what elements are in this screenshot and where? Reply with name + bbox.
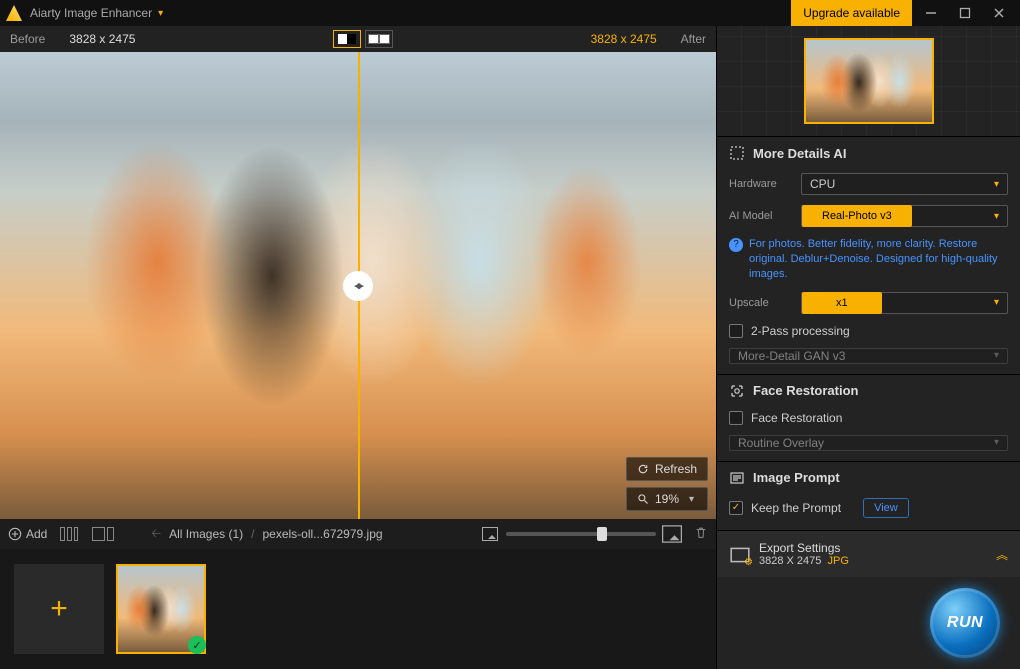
chevron-down-icon: ▾ bbox=[689, 494, 694, 505]
model-select[interactable]: Real-Photo v3 ▾ bbox=[801, 205, 1008, 227]
face-mode-select: Routine Overlay ▾ bbox=[729, 435, 1008, 451]
export-format: JPG bbox=[828, 555, 849, 567]
keep-prompt-label: Keep the Prompt bbox=[751, 501, 841, 515]
view-prompt-button[interactable]: View bbox=[863, 498, 909, 518]
section-image-prompt: Image Prompt bbox=[717, 461, 1020, 494]
expand-export-icon[interactable]: ︽ bbox=[996, 546, 1008, 563]
chevron-down-icon: ▾ bbox=[994, 297, 999, 308]
two-pass-model-value: More-Detail GAN v3 bbox=[738, 349, 845, 363]
upscale-select[interactable]: x1 ▾ bbox=[801, 292, 1008, 314]
export-dimensions: 3828 X 2475 bbox=[759, 555, 821, 567]
export-icon: ⚙ bbox=[729, 544, 749, 564]
hardware-value: CPU bbox=[810, 177, 835, 191]
toolrow: Add 🡠 All Images (1) / pexels-oll...6729… bbox=[0, 519, 716, 549]
face-restoration-label: Face Restoration bbox=[751, 411, 842, 425]
info-icon[interactable]: ? bbox=[729, 238, 743, 252]
panel-thumbnail[interactable] bbox=[804, 38, 934, 124]
model-value: Real-Photo v3 bbox=[802, 205, 912, 227]
titlebar: Aiarty Image Enhancer ▾ Upgrade availabl… bbox=[0, 0, 1020, 26]
panel-thumb-area bbox=[717, 26, 1020, 136]
thumb-size-slider[interactable] bbox=[506, 532, 656, 536]
add-label: Add bbox=[26, 527, 47, 541]
section-title: More Details AI bbox=[753, 146, 846, 161]
after-label: After bbox=[681, 32, 706, 46]
two-pass-checkbox[interactable] bbox=[729, 324, 743, 338]
view-list-button[interactable] bbox=[91, 527, 115, 541]
view-grid-button[interactable] bbox=[59, 527, 79, 541]
keep-prompt-checkbox[interactable] bbox=[729, 501, 743, 515]
refresh-button[interactable]: Refresh bbox=[626, 457, 708, 481]
model-label: AI Model bbox=[729, 210, 793, 222]
two-pass-model-select: More-Detail GAN v3 ▾ bbox=[729, 348, 1008, 364]
back-icon[interactable]: 🡠 bbox=[151, 524, 161, 545]
section-title: Face Restoration bbox=[753, 383, 858, 398]
thumbnail-1[interactable]: ✓ bbox=[116, 564, 206, 654]
hardware-label: Hardware bbox=[729, 178, 793, 190]
before-dimensions: 3828 x 2475 bbox=[69, 32, 135, 46]
app-menu-chevron-icon[interactable]: ▾ bbox=[158, 8, 163, 19]
app-title: Aiarty Image Enhancer bbox=[30, 6, 152, 20]
model-hint-text: For photos. Better fidelity, more clarit… bbox=[749, 237, 1008, 282]
breadcrumb: 🡠 All Images (1) / pexels-oll...672979.j… bbox=[151, 524, 382, 545]
zoom-dropdown[interactable]: 19% ▾ bbox=[626, 487, 708, 511]
upgrade-button[interactable]: Upgrade available bbox=[791, 0, 912, 26]
run-button[interactable]: RUN bbox=[930, 588, 1000, 658]
crumb-all-images[interactable]: All Images (1) bbox=[169, 527, 243, 541]
preview-header: Before 3828 x 2475 3828 x 2475 After bbox=[0, 26, 716, 52]
view-mode-group bbox=[333, 30, 393, 48]
upscale-label: Upscale bbox=[729, 297, 793, 309]
settings-panel: More Details AI Hardware CPU ▾ AI Model … bbox=[716, 26, 1020, 669]
face-restoration-checkbox[interactable] bbox=[729, 411, 743, 425]
chevron-down-icon: ▾ bbox=[994, 437, 999, 448]
section-face-restoration: Face Restoration bbox=[717, 374, 1020, 407]
view-mode-side-by-side[interactable] bbox=[365, 30, 393, 48]
plus-icon: + bbox=[50, 594, 68, 624]
thumbnail-strip: + ✓ bbox=[0, 549, 716, 669]
hardware-select[interactable]: CPU ▾ bbox=[801, 173, 1008, 195]
preview-canvas[interactable]: Refresh 19% ▾ bbox=[0, 52, 716, 519]
export-settings-bar[interactable]: ⚙ Export Settings 3828 X 2475 JPG ︽ bbox=[717, 530, 1020, 577]
delete-button[interactable] bbox=[694, 526, 708, 543]
compare-slider-handle[interactable] bbox=[343, 271, 373, 301]
gear-icon: ⚙ bbox=[744, 557, 753, 568]
run-area: RUN bbox=[717, 577, 1020, 669]
chevron-down-icon: ▾ bbox=[994, 179, 999, 190]
export-title: Export Settings bbox=[759, 541, 849, 555]
zoom-value: 19% bbox=[655, 492, 679, 506]
view-mode-split[interactable] bbox=[333, 30, 361, 48]
minimize-button[interactable] bbox=[916, 0, 946, 26]
thumb-size-small-icon bbox=[482, 527, 498, 541]
refresh-label: Refresh bbox=[655, 462, 697, 476]
maximize-button[interactable] bbox=[950, 0, 980, 26]
thumb-size-large-icon bbox=[662, 525, 682, 543]
chevron-down-icon: ▾ bbox=[994, 211, 999, 222]
crumb-filename: pexels-oll...672979.jpg bbox=[262, 527, 382, 541]
close-button[interactable] bbox=[984, 0, 1014, 26]
add-button[interactable]: Add bbox=[8, 527, 47, 541]
chevron-down-icon: ▾ bbox=[994, 350, 999, 361]
app-logo-icon bbox=[6, 5, 22, 21]
upscale-value: x1 bbox=[802, 292, 882, 314]
after-dimensions: 3828 x 2475 bbox=[591, 32, 657, 46]
face-mode-value: Routine Overlay bbox=[738, 436, 824, 450]
thumbnail-done-icon: ✓ bbox=[188, 636, 206, 654]
section-more-details-ai: More Details AI bbox=[717, 136, 1020, 169]
model-hint: ? For photos. Better fidelity, more clar… bbox=[729, 237, 1008, 282]
two-pass-label: 2-Pass processing bbox=[751, 324, 850, 338]
add-image-tile[interactable]: + bbox=[14, 564, 104, 654]
section-title: Image Prompt bbox=[753, 470, 840, 485]
before-label: Before bbox=[10, 32, 45, 46]
